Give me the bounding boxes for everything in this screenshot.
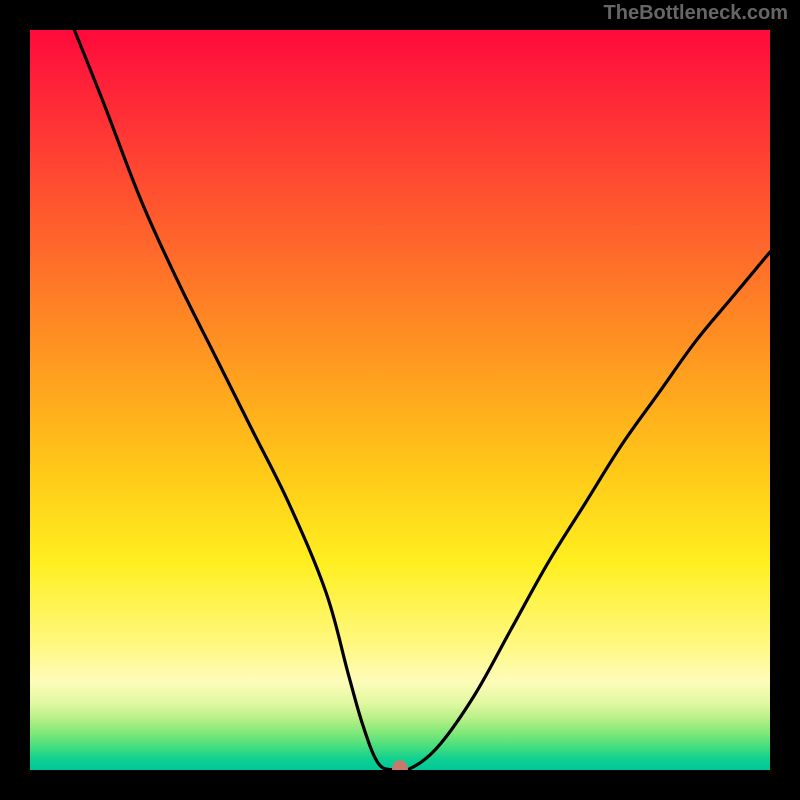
plot-area [30, 30, 770, 770]
bottleneck-curve [74, 30, 770, 770]
curve-svg [30, 30, 770, 770]
watermark-text: TheBottleneck.com [604, 2, 788, 25]
chart-container: TheBottleneck.com [0, 0, 800, 800]
